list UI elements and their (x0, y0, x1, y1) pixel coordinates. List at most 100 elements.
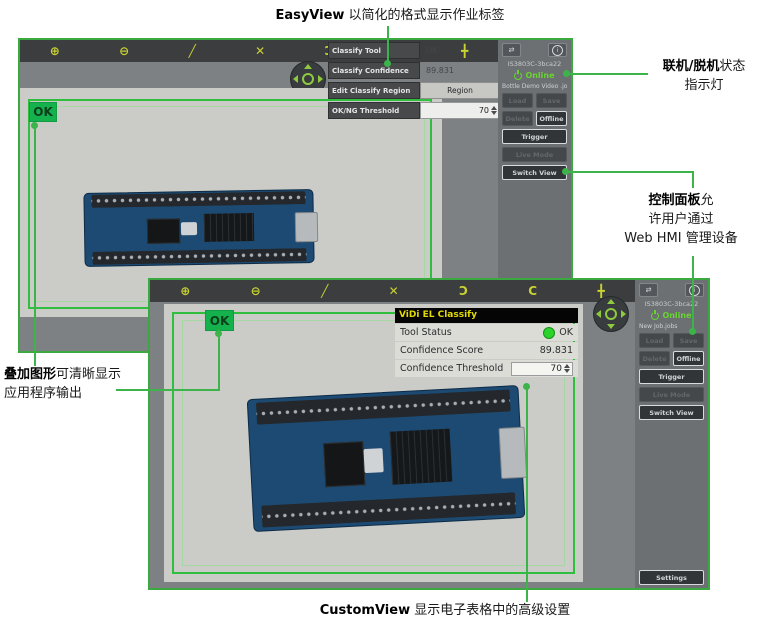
pcb-usb-connector (295, 212, 318, 242)
circuit-board-image (83, 189, 314, 267)
row-label: Tool Status (400, 327, 452, 338)
annotation-control-panel: 控制面板允 许用户通过 Web HMI 管理设备 (592, 191, 770, 248)
switch-view-button[interactable]: Switch View (502, 165, 567, 180)
spinner-arrows-icon[interactable] (562, 364, 572, 373)
trigger-button[interactable]: Trigger (639, 369, 704, 384)
callout-dot (384, 60, 391, 67)
status-ok-dot-icon (543, 327, 555, 339)
device-name: IS3803C-3bca22 (639, 300, 704, 308)
callout-line-customview (526, 386, 528, 602)
pcb-pin-row (92, 248, 307, 264)
live-mode-button[interactable]: Live Mode (502, 147, 567, 162)
region-button[interactable]: Region (420, 82, 500, 99)
dpad-left-icon[interactable] (293, 75, 298, 83)
row-value: 89.831 (540, 345, 573, 356)
callout-line-switch-view (565, 171, 694, 173)
row-label: Classify Tool (328, 42, 420, 59)
callout-line-control-panel (692, 256, 694, 332)
tool-row: Confidence Threshold 70 (395, 360, 578, 377)
annotation-customview: CustomView 显示电子表格中的高级设置 (285, 601, 605, 620)
info-button[interactable]: i (548, 43, 567, 57)
callout-line-easyview (387, 26, 389, 64)
callout-dot (523, 383, 530, 390)
collapse-button[interactable]: ⇄ (639, 283, 658, 297)
pcb-chip (323, 441, 365, 487)
dpad-up-icon[interactable] (607, 299, 615, 304)
zoom-in-icon[interactable]: ⊕ (50, 40, 60, 62)
online-label: Online (662, 311, 691, 320)
tool-row: Confidence Score 89.831 (395, 342, 578, 359)
customview-tool-panel: ViDi EL Classify Tool Status OK Confiden… (395, 308, 578, 377)
load-button[interactable]: Load (639, 333, 670, 348)
callout-dot (689, 328, 696, 335)
callout-line-switch-view (692, 171, 694, 188)
ok-overlay-label: OK (205, 310, 234, 331)
zoom-out-icon[interactable]: ⊖ (251, 280, 261, 302)
settings-button[interactable]: Settings (639, 570, 704, 585)
zoom-in-icon[interactable]: ⊕ (180, 280, 190, 302)
callout-line-online (567, 73, 648, 75)
rotate-ccw-icon[interactable]: Ɔ (459, 280, 468, 302)
dpad-right-icon[interactable] (621, 310, 626, 318)
info-icon: i (689, 285, 700, 296)
save-button[interactable]: Save (673, 333, 704, 348)
job-name: Bottle Demo Video .jobs (502, 83, 567, 90)
pcb-pin-row (91, 192, 306, 208)
device-control-panel: ⇄ i IS3803C-3bca22 Online New Job.jobs L… (635, 280, 708, 588)
line-tool-icon[interactable]: ╱ (321, 280, 328, 302)
dpad-left-icon[interactable] (596, 310, 601, 318)
online-status: Online (502, 71, 567, 80)
dpad-up-icon[interactable] (304, 64, 312, 69)
tool-row: Tool Status OK (395, 324, 578, 341)
dpad-center-icon[interactable] (302, 73, 314, 85)
device-name: IS3803C-3bca22 (502, 60, 567, 68)
row-label: OK/NG Threshold (328, 102, 420, 119)
row-label: Confidence Threshold (400, 363, 503, 374)
circuit-board-image (247, 385, 526, 532)
tool-row: Classify Confidence 89.831 (328, 62, 500, 79)
trigger-button[interactable]: Trigger (502, 129, 567, 144)
tool-row: OK/NG Threshold 70 (328, 102, 500, 119)
power-icon (514, 72, 522, 80)
annotation-overlay-graphics: 叠加图形可清晰显示 应用程序输出 (4, 365, 154, 403)
info-button[interactable]: i (685, 283, 704, 297)
callout-dot (563, 70, 570, 77)
online-label: Online (525, 71, 554, 80)
dpad-down-icon[interactable] (607, 324, 615, 329)
offline-button[interactable]: Offline (536, 111, 567, 126)
row-value: OK (420, 42, 500, 59)
switch-view-button[interactable]: Switch View (639, 405, 704, 420)
tool-title: ViDi EL Classify (395, 308, 578, 323)
pan-dpad-control[interactable] (593, 296, 629, 332)
annotation-online-status: 联机/脱机状态 指示灯 (648, 57, 760, 95)
cross-tool-icon[interactable]: ✕ (389, 280, 399, 302)
pcb-ic (203, 213, 254, 243)
save-button[interactable]: Save (536, 93, 567, 108)
live-mode-button[interactable]: Live Mode (639, 387, 704, 402)
callout-dot (215, 330, 222, 337)
load-button[interactable]: Load (502, 93, 533, 108)
dpad-center-icon[interactable] (605, 308, 617, 320)
threshold-value: 70 (551, 364, 562, 374)
row-label: Classify Confidence (328, 62, 420, 79)
image-toolbar: ⊕ ⊖ ╱ ✕ Ɔ C ╋ (150, 280, 635, 302)
ok-overlay-label: OK (29, 102, 57, 122)
camera-image: OK ViDi EL Classify Tool Status OK Confi… (164, 304, 583, 582)
threshold-spinner[interactable]: 70 (511, 362, 573, 376)
line-tool-icon[interactable]: ╱ (189, 40, 196, 62)
row-label: Confidence Score (400, 345, 483, 356)
collapse-button[interactable]: ⇄ (502, 43, 521, 57)
cross-tool-icon[interactable]: ✕ (255, 40, 265, 62)
delete-button[interactable]: Delete (639, 351, 670, 366)
tool-row: Classify Tool OK (328, 42, 500, 59)
delete-button[interactable]: Delete (502, 111, 533, 126)
row-value: 89.831 (420, 62, 500, 79)
page: ⊕ ⊖ ╱ ✕ Ɔ C ╋ OK (0, 0, 770, 634)
offline-button[interactable]: Offline (673, 351, 704, 366)
zoom-out-icon[interactable]: ⊖ (119, 40, 129, 62)
threshold-spinner[interactable]: 70 (420, 102, 500, 119)
rotate-cw-icon[interactable]: C (528, 280, 537, 302)
dpad-right-icon[interactable] (318, 75, 323, 83)
callout-dot (31, 122, 38, 129)
callout-dot (562, 168, 569, 175)
